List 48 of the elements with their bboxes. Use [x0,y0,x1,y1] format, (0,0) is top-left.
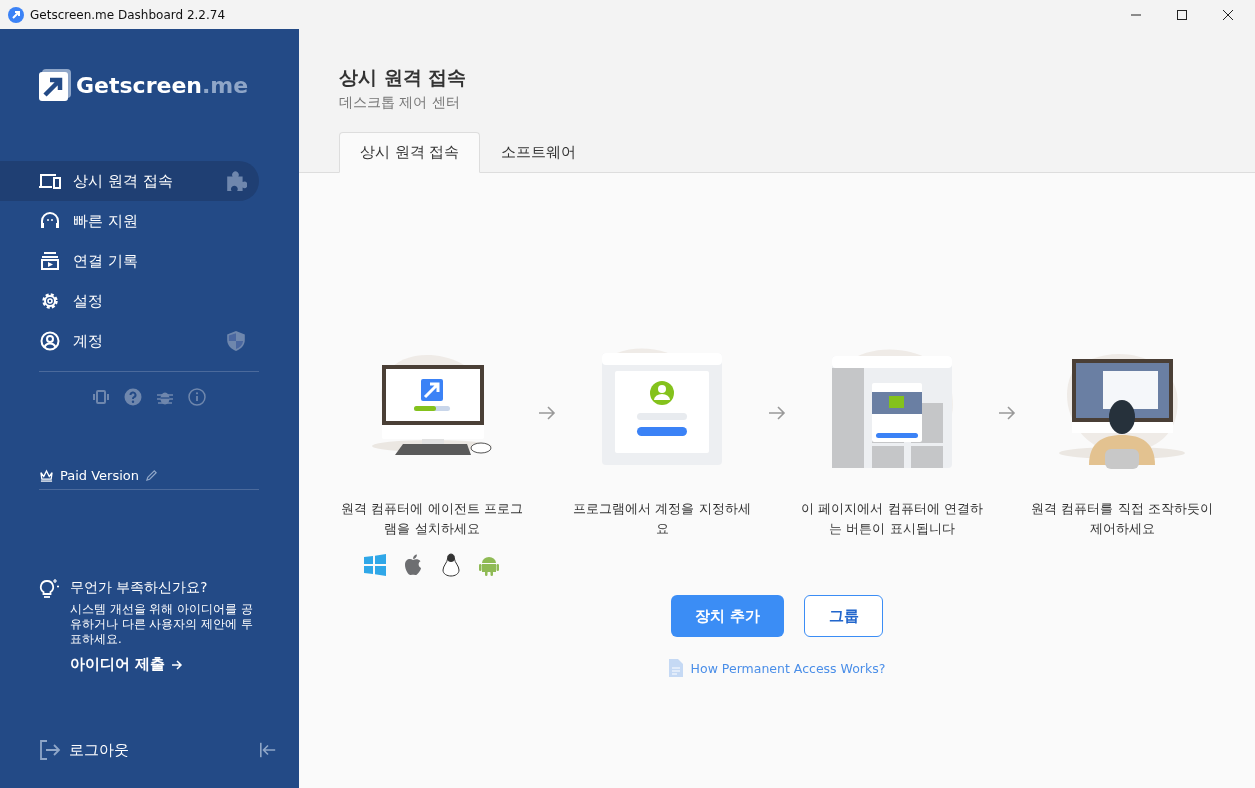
user-icon [39,331,61,351]
step-caption: 원격 컴퓨터를 직접 조작하듯이 제어하세요 [1030,500,1214,538]
feedback-text: 시스템 개선을 위해 아이디어를 공유하거나 다른 사용자의 제안에 투표하세요. [70,602,254,647]
plan-label: Paid Version [60,468,140,483]
maximize-icon[interactable] [1177,9,1187,20]
nav-item[interactable]: 계정 [0,321,259,361]
document-icon [668,659,683,677]
video-list-icon [39,251,61,271]
logo-name: Getscreen [76,72,202,98]
arrow-right-icon [171,658,184,671]
crown-icon [39,469,54,482]
vibration-icon[interactable] [92,388,110,406]
headset-icon [39,211,61,231]
nav-item[interactable]: 설정 [0,281,259,321]
step-caption: 원격 컴퓨터에 에이전트 프로그램을 설치하세요 [340,500,524,538]
step-caption: 이 페이지에서 컴퓨터에 연결하는 버튼이 표시됩니다 [800,500,984,538]
arrow-right-icon [538,405,556,421]
logo-suffix: .me [202,72,249,98]
nav-item[interactable]: 상시 원격 접속 [0,161,259,201]
logout-icon [39,739,61,761]
arrow-right-icon [768,405,786,421]
feedback-title: 무언가 부족하신가요? [70,579,209,597]
help-icon[interactable] [124,388,142,406]
logout-link[interactable]: 로그아웃 [69,740,129,760]
submit-idea-link[interactable]: 아이디어 제출 [70,655,184,674]
logo-icon [39,69,71,101]
pencil-icon[interactable] [145,469,159,482]
lightbulb-icon [38,578,60,600]
settings-icon [39,291,61,311]
devices-icon [39,171,61,191]
app-logo-icon [8,6,24,23]
window-title: Getscreen.me Dashboard 2.2.74 [30,7,226,22]
step-caption: 프로그램에서 계정을 지정하세요 [572,500,752,538]
page-subtitle: 데스크톱 제어 센터 [339,94,461,112]
penguin-icon [439,553,463,577]
group-button[interactable]: 그룹 [804,595,883,637]
arrow-right-icon [998,405,1016,421]
windows-icon [363,553,387,577]
info-icon[interactable] [188,388,206,406]
page-title: 상시 원격 접속 [339,65,468,90]
tab[interactable]: 상시 원격 접속 [339,132,481,173]
nav-item[interactable]: 연결 기록 [0,241,259,281]
nav-item[interactable]: 빠른 지원 [0,201,259,241]
tab[interactable]: 소프트웨어 [480,132,598,173]
close-icon[interactable] [1223,9,1233,20]
puzzle-icon [225,170,247,192]
shield-icon [225,330,247,352]
collapse-sidebar-icon[interactable] [259,741,277,759]
